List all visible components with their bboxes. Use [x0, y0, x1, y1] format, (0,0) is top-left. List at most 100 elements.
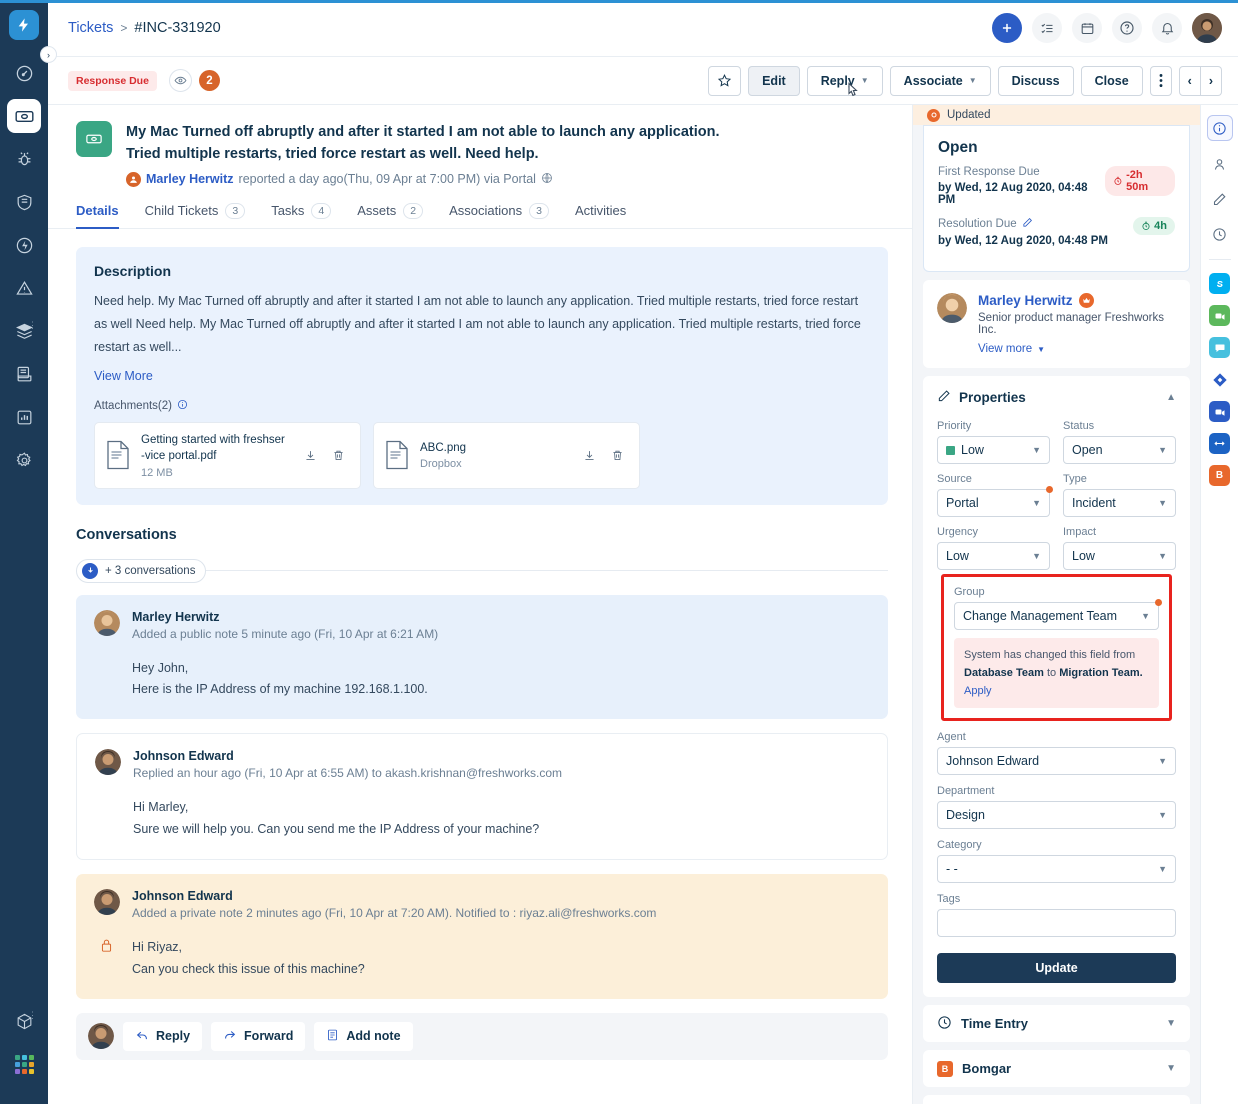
sidebar-item-dashboard[interactable] [7, 56, 41, 90]
chevron-down-icon: ▼ [1141, 611, 1150, 621]
bomgar-app-icon[interactable]: B [1209, 465, 1230, 486]
status-field: Status Open ▼ [1063, 420, 1176, 464]
ticket-properties-panel[interactable]: Updated Open First Response Due by Wed, … [912, 105, 1200, 1104]
edit-pencil-icon[interactable] [1208, 187, 1232, 211]
attachment-item[interactable]: Getting started with freshser -vice port… [94, 422, 361, 489]
impact-select[interactable]: Low ▼ [1063, 542, 1176, 570]
sidebar-item-solutions[interactable] [7, 357, 41, 391]
user-avatar[interactable] [1192, 13, 1222, 43]
requester-link[interactable]: Marley Herwitz [146, 172, 234, 186]
next-ticket-button[interactable]: › [1200, 65, 1222, 96]
app-switcher-grid-icon[interactable] [7, 1047, 41, 1081]
edit-pencil-icon[interactable] [1022, 217, 1033, 231]
breadcrumb-parent[interactable]: Tickets [68, 20, 113, 36]
attachment-info: ABC.png Dropbox [420, 440, 567, 470]
sidebar-item-reports[interactable] [7, 400, 41, 434]
sidebar-item-incidents[interactable] [7, 271, 41, 305]
info-icon[interactable] [177, 399, 188, 413]
accordion-jira[interactable]: Jiira ▼ [923, 1095, 1190, 1104]
status-select[interactable]: Open ▼ [1063, 436, 1176, 464]
eye-icon[interactable] [168, 69, 192, 92]
delete-trash-icon[interactable] [326, 443, 350, 467]
freshservice-logo-icon[interactable] [9, 10, 39, 40]
attachment-item[interactable]: ABC.png Dropbox [373, 422, 640, 489]
ticket-info-icon[interactable] [1206, 115, 1233, 141]
help-icon[interactable] [1112, 13, 1142, 43]
tab-tasks[interactable]: Tasks 4 [271, 202, 332, 228]
todo-list-icon[interactable] [1032, 13, 1062, 43]
group-select[interactable]: Change Management Team ▼ [954, 602, 1159, 630]
type-select[interactable]: Incident ▼ [1063, 489, 1176, 517]
system-msg-mid: to [1043, 667, 1060, 680]
ticket-type-icon [76, 121, 112, 157]
calendar-icon[interactable] [1072, 13, 1102, 43]
add-new-button[interactable] [992, 13, 1022, 43]
skype-app-icon[interactable] [1209, 273, 1230, 294]
first-response-date: by Wed, 12 Aug 2020, 04:48 PM [938, 182, 1088, 206]
sidebar-item-admin[interactable] [7, 443, 41, 477]
marketplace-overflow-dots[interactable]: ⋮ [28, 1011, 37, 1020]
accordion-time-entry[interactable]: Time Entry ▼ [923, 1005, 1190, 1043]
notifications-bell-icon[interactable] [1152, 13, 1182, 43]
apply-suggestion-link[interactable]: Apply [964, 685, 992, 697]
properties-header[interactable]: Properties ▲ [937, 389, 1176, 410]
sidebar-item-changes[interactable] [7, 185, 41, 219]
update-button[interactable]: Update [937, 953, 1176, 984]
sidebar-item-tickets[interactable] [7, 99, 41, 133]
download-icon[interactable] [577, 443, 601, 467]
prev-ticket-button[interactable]: ‹ [1178, 65, 1201, 96]
agent-select[interactable]: Johnson Edward ▼ [937, 747, 1176, 776]
header-actions [992, 13, 1222, 43]
add-note-action-button[interactable]: Add note [314, 1021, 413, 1051]
ticket-body-scroll[interactable]: Description Need help. My Mac Turned off… [48, 229, 912, 1104]
reply-action-button[interactable]: Reply [123, 1021, 203, 1051]
category-select[interactable]: - - ▼ [937, 855, 1176, 884]
accordion-bomgar[interactable]: B Bomgar ▼ [923, 1050, 1190, 1088]
forward-action-button[interactable]: Forward [211, 1021, 306, 1051]
close-button[interactable]: Close [1080, 65, 1143, 96]
department-select[interactable]: Design ▼ [937, 801, 1176, 830]
chevron-up-icon[interactable]: ▲ [1166, 392, 1176, 403]
sidebar-item-problems[interactable] [7, 142, 41, 176]
more-options-button[interactable] [1149, 65, 1172, 96]
status-label: Status [1063, 420, 1095, 432]
chat-app-icon[interactable] [1209, 337, 1230, 358]
expand-conversations-button[interactable]: + 3 conversations [76, 558, 207, 583]
delete-trash-icon[interactable] [605, 443, 629, 467]
urgency-select[interactable]: Low ▼ [937, 542, 1050, 570]
favorite-star-button[interactable] [708, 65, 742, 96]
source-select[interactable]: Portal ▼ [937, 489, 1050, 517]
requester-view-more[interactable]: View more ▼ [978, 343, 1176, 355]
discuss-button[interactable]: Discuss [997, 65, 1074, 96]
category-value: - - [946, 862, 958, 877]
jira-app-icon[interactable] [1209, 369, 1230, 390]
message-author: Marley Herwitz [132, 609, 220, 624]
priority-select[interactable]: Low ▼ [937, 436, 1050, 464]
rail-expand-toggle[interactable]: › [40, 46, 57, 63]
sidebar-item-releases[interactable] [7, 228, 41, 262]
teamviewer-app-icon[interactable] [1209, 433, 1230, 454]
tab-activities[interactable]: Activities [575, 203, 626, 228]
impact-label: Impact [1063, 526, 1097, 538]
edit-button[interactable]: Edit [748, 65, 800, 96]
video-app-icon[interactable] [1209, 305, 1230, 326]
requester-name-row[interactable]: Marley Herwitz [978, 293, 1176, 308]
file-icon [105, 440, 131, 470]
marketplace-cube-icon[interactable]: ⋮ [7, 1004, 41, 1038]
sidebar-item-assets[interactable]: ⋮ [7, 314, 41, 348]
tab-assets[interactable]: Assets 2 [357, 202, 424, 228]
assets-overflow-dots[interactable]: ⋮ [28, 321, 37, 330]
time-entry-clock-icon[interactable] [1208, 222, 1232, 246]
breadcrumb-current: #INC-331920 [134, 20, 221, 36]
tab-associations[interactable]: Associations 3 [449, 202, 549, 228]
contact-icon[interactable] [1208, 152, 1232, 176]
tab-details[interactable]: Details [76, 203, 119, 229]
zoom-app-icon[interactable] [1209, 401, 1230, 422]
associate-button[interactable]: Associate ▼ [889, 65, 991, 96]
brand-accent-bar [0, 0, 1238, 3]
view-more-link[interactable]: View More [94, 369, 153, 383]
download-icon[interactable] [298, 443, 322, 467]
tab-child-tickets[interactable]: Child Tickets 3 [145, 202, 246, 228]
tags-input[interactable] [937, 909, 1176, 938]
close-button-label: Close [1094, 73, 1129, 88]
